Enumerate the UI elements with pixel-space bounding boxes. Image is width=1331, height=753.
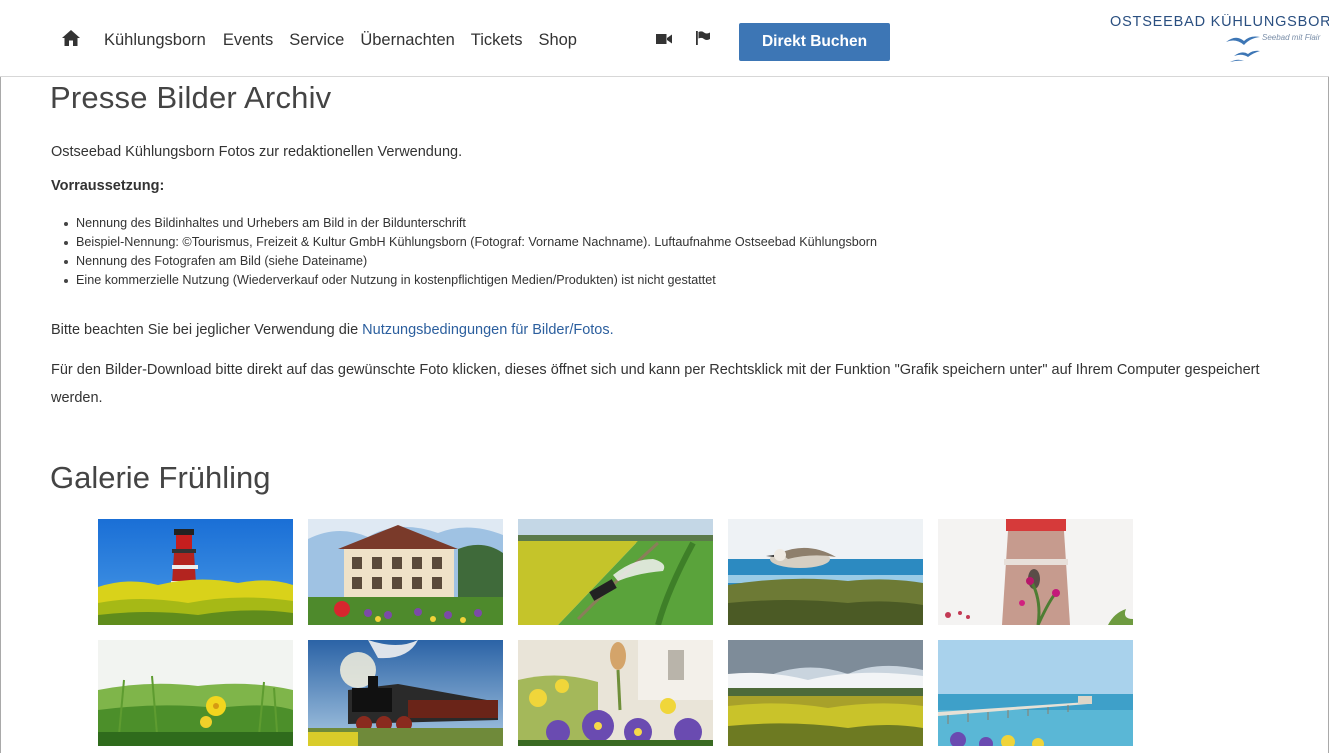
list-item: Eine kommerzielle Nutzung (Wiederverkauf… bbox=[64, 271, 877, 290]
steam-train-fields-photo[interactable] bbox=[518, 519, 713, 625]
villa-tulips-photo[interactable] bbox=[308, 519, 503, 625]
gallery-title: Galerie Frühling bbox=[50, 460, 271, 495]
intro-text: Ostseebad Kühlungsborn Fotos zur redakti… bbox=[51, 144, 463, 160]
main-menu: Kühlungsborn Events Service Übernachten … bbox=[104, 30, 593, 50]
pier-sea-photo[interactable] bbox=[938, 640, 1133, 746]
top-navigation: Kühlungsborn Events Service Übernachten … bbox=[0, 0, 1329, 77]
list-item: Nennung des Fotografen am Bild (siehe Da… bbox=[64, 252, 877, 271]
home-icon[interactable] bbox=[62, 30, 80, 46]
page-title: Presse Bilder Archiv bbox=[50, 80, 332, 115]
usage-note: Bitte beachten Sie bei jeglicher Verwend… bbox=[51, 322, 614, 338]
lighthouse-blur-photo[interactable] bbox=[938, 519, 1133, 625]
seagull-photo[interactable] bbox=[728, 519, 923, 625]
steam-locomotive-photo[interactable] bbox=[308, 640, 503, 746]
list-item: Beispiel-Nennung: ©Tourismus, Freizeit &… bbox=[64, 233, 877, 252]
usage-terms-link[interactable]: Nutzungsbedingungen für Bilder/Fotos. bbox=[362, 322, 614, 338]
usage-note-text: Bitte beachten Sie bei jeglicher Verwend… bbox=[51, 322, 363, 338]
direkt-buchen-button[interactable]: Direkt Buchen bbox=[739, 23, 890, 61]
nav-item-events[interactable]: Events bbox=[223, 30, 273, 50]
requirements-heading: Vorraussetzung: bbox=[51, 178, 165, 194]
logo-subtitle: Seebad mit Flair bbox=[1262, 33, 1321, 42]
seagull-logo-icon bbox=[1226, 36, 1260, 62]
video-camera-icon[interactable] bbox=[656, 34, 672, 44]
list-item: Nennung des Bildinhaltes und Urhebers am… bbox=[64, 214, 877, 233]
site-logo[interactable]: OSTSEEBAD KÜHLUNGSBORN Seebad mit Flair bbox=[1110, 14, 1329, 70]
nav-item-tickets[interactable]: Tickets bbox=[471, 30, 523, 50]
requirements-list: Nennung des Bildinhaltes und Urhebers am… bbox=[64, 214, 877, 290]
nav-item-shop[interactable]: Shop bbox=[538, 30, 577, 50]
download-instructions: Für den Bilder-Download bitte direkt auf… bbox=[51, 362, 1260, 406]
lighthouse-rapeseed-photo[interactable] bbox=[98, 519, 293, 625]
rapeseed-clouds-photo[interactable] bbox=[728, 640, 923, 746]
flag-icon[interactable] bbox=[696, 31, 710, 45]
meadow-flower-photo[interactable] bbox=[98, 640, 293, 746]
nav-item-uebernachten[interactable]: Übernachten bbox=[360, 30, 454, 50]
nav-item-kuehlungsborn[interactable]: Kühlungsborn bbox=[104, 30, 206, 50]
nav-item-service[interactable]: Service bbox=[289, 30, 344, 50]
pansies-photo[interactable] bbox=[518, 640, 713, 746]
